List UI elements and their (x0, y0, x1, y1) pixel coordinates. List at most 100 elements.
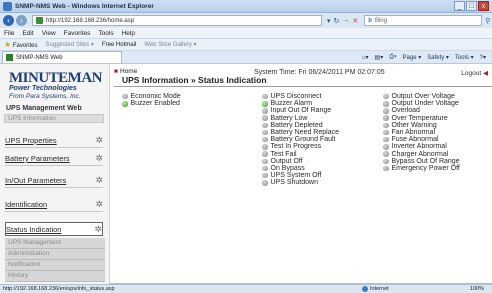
sidebar-item-status-indication[interactable]: Status Indication ✲ (5, 222, 103, 236)
menu-help[interactable]: Help (122, 30, 135, 37)
search-icon[interactable]: ⚲ (485, 17, 490, 25)
led-off-icon (122, 93, 128, 100)
led-off-icon (262, 115, 268, 121)
favorite-suggested-sites[interactable]: Suggested Sites ▾ (46, 41, 94, 48)
sidebar-item-label: In/Out Parameters (5, 176, 67, 185)
stop-icon[interactable]: ✕ (352, 17, 358, 25)
status-indicator: Input Out Of Range (262, 107, 339, 114)
command-bar: ⌂▾ ▤▾ ⎙▾ Page ▾ Safety ▾ Tools ▾ ?▾ (362, 54, 486, 61)
sidebar-item-label: Identification (5, 200, 48, 209)
status-indicator-label: On Bypass (270, 164, 305, 172)
status-indicator: Battery Depleted (262, 122, 339, 129)
sidebar-item-ups-properties[interactable]: UPS Properties ✲ (5, 134, 103, 148)
led-off-icon (383, 129, 389, 136)
status-indicator: Test Fail (262, 151, 339, 158)
search-input[interactable]: b Bing (364, 15, 483, 26)
led-off-icon (383, 165, 389, 172)
led-off-icon (383, 115, 389, 121)
status-indicator-label: Over Temperature (391, 114, 448, 122)
home-icon[interactable]: ⌂▾ (362, 54, 369, 61)
status-indicator: Fuse Abnormal (383, 136, 460, 143)
sidebar-item-identification[interactable]: Identification ✲ (5, 198, 103, 212)
zoom-level[interactable]: 100% (470, 286, 484, 292)
led-off-icon (383, 151, 389, 157)
safety-menu[interactable]: Safety ▾ (427, 54, 449, 61)
logo-sub: Power Technologies (9, 85, 77, 92)
sidebar-item-ups-information[interactable]: UPS Information (4, 114, 104, 123)
favorites-button[interactable]: ★ Favorites (4, 40, 38, 49)
led-on-icon (262, 101, 268, 107)
sidebar-section-history[interactable]: History (5, 271, 105, 282)
go-icon[interactable]: → (342, 17, 349, 25)
menu-tools[interactable]: Tools (98, 30, 113, 37)
page-menu[interactable]: Page ▾ (403, 54, 422, 61)
status-indicator: Bypass Out Of Range (383, 158, 460, 165)
forward-button[interactable]: › (16, 15, 27, 26)
status-indicator-label: Emergency Power Off (391, 164, 460, 172)
sidebar-item-battery-parameters[interactable]: Battery Parameters ✲ (5, 152, 103, 166)
main-panel: ■ Home UPS Information » Status Indicatio… (114, 64, 492, 284)
status-indicator: Output Over Voltage (383, 93, 460, 100)
menu-view[interactable]: View (42, 30, 56, 37)
status-indicator: On Bypass (262, 165, 339, 172)
gear-icon: ✲ (95, 153, 103, 163)
status-indicator-label: Battery Ground Fault (270, 136, 336, 144)
status-indicator-label: Output Over Voltage (391, 93, 455, 101)
breadcrumb[interactable]: ■ Home (114, 68, 137, 75)
home-bullet-icon: ■ (114, 68, 118, 75)
sidebar-section-ups-management[interactable]: UPS Management (5, 238, 105, 249)
menu-file[interactable]: File (4, 30, 14, 37)
logo-from: From Para Systems, Inc. (9, 93, 81, 100)
logout-link[interactable]: Logout ◀ (461, 69, 488, 77)
print-icon[interactable]: ⎙▾ (389, 54, 396, 61)
led-off-icon (262, 158, 268, 165)
window-title: SNMP-NMS Web - Windows Internet Explorer (15, 2, 154, 10)
sidebar-item-label: Status Indication (6, 224, 62, 234)
tools-menu[interactable]: Tools ▾ (455, 54, 474, 61)
favorite-free-hotmail[interactable]: Free Hotmail (102, 42, 136, 48)
led-off-icon (262, 129, 268, 136)
window-titlebar: SNMP-NMS Web - Windows Internet Explorer… (0, 0, 492, 13)
tab-row: SNMP-NMS Web ⌂▾ ▤▾ ⎙▾ Page ▾ Safety ▾ To… (0, 51, 492, 64)
compat-view-icon[interactable]: ▾ (327, 17, 331, 25)
sidebar-section-notification[interactable]: Notification (5, 260, 105, 271)
security-zone[interactable]: Internet (362, 286, 389, 292)
page-content: MINUTEMAN Power Technologies From Para S… (0, 64, 492, 284)
led-off-icon (383, 136, 389, 143)
search-placeholder: Bing (374, 17, 387, 24)
status-indicator: Output Under Voltage (383, 100, 460, 107)
close-button[interactable]: x (478, 1, 489, 11)
favorites-bar: ★ Favorites Suggested Sites ▾ Free Hotma… (0, 39, 492, 51)
back-button[interactable]: ‹ (3, 15, 14, 26)
status-indicator-label: Battery Depleted (270, 121, 323, 129)
status-indicator: Battery Low (262, 115, 339, 122)
ie-icon (3, 1, 12, 11)
feeds-icon[interactable]: ▤▾ (375, 54, 384, 61)
tab-snmp-nms-web[interactable]: SNMP-NMS Web (2, 51, 122, 63)
status-indicator-label: Fuse Abnormal (391, 136, 439, 144)
bing-icon: b (368, 17, 372, 24)
status-indicator: Economic Mode (122, 93, 181, 100)
status-indicator: Charger Abnormal (383, 151, 460, 158)
help-icon[interactable]: ?▾ (480, 54, 486, 61)
sidebar-item-label: UPS Properties (5, 136, 57, 145)
site-favicon-icon (36, 17, 43, 24)
indicator-column-1: Economic Mode Buzzer Enabled (122, 93, 181, 107)
maximize-button[interactable]: □ (466, 1, 477, 11)
menu-edit[interactable]: Edit (22, 30, 33, 37)
menu-favorites[interactable]: Favorites (64, 30, 91, 37)
sidebar-section-administration[interactable]: Administration (5, 249, 105, 260)
logout-label: Logout (461, 70, 482, 77)
logout-arrow-icon: ◀ (483, 70, 488, 77)
status-indicator: UPS Shutdown (262, 179, 339, 186)
status-indicator: Overload (383, 107, 460, 114)
favorite-web-slice-gallery[interactable]: Web Slice Gallery ▾ (144, 41, 196, 48)
status-indicator-label: Buzzer Enabled (130, 100, 180, 108)
address-bar[interactable]: http://192.168.168.236/home.asp (32, 15, 322, 26)
minimize-button[interactable]: _ (454, 1, 465, 11)
led-off-icon (262, 144, 268, 150)
sidebar-item-in-out-parameters[interactable]: In/Out Parameters ✲ (5, 174, 103, 188)
led-off-icon (262, 108, 268, 114)
refresh-icon[interactable]: ↻ (334, 17, 340, 25)
favorites-label: Favorites (12, 43, 38, 49)
